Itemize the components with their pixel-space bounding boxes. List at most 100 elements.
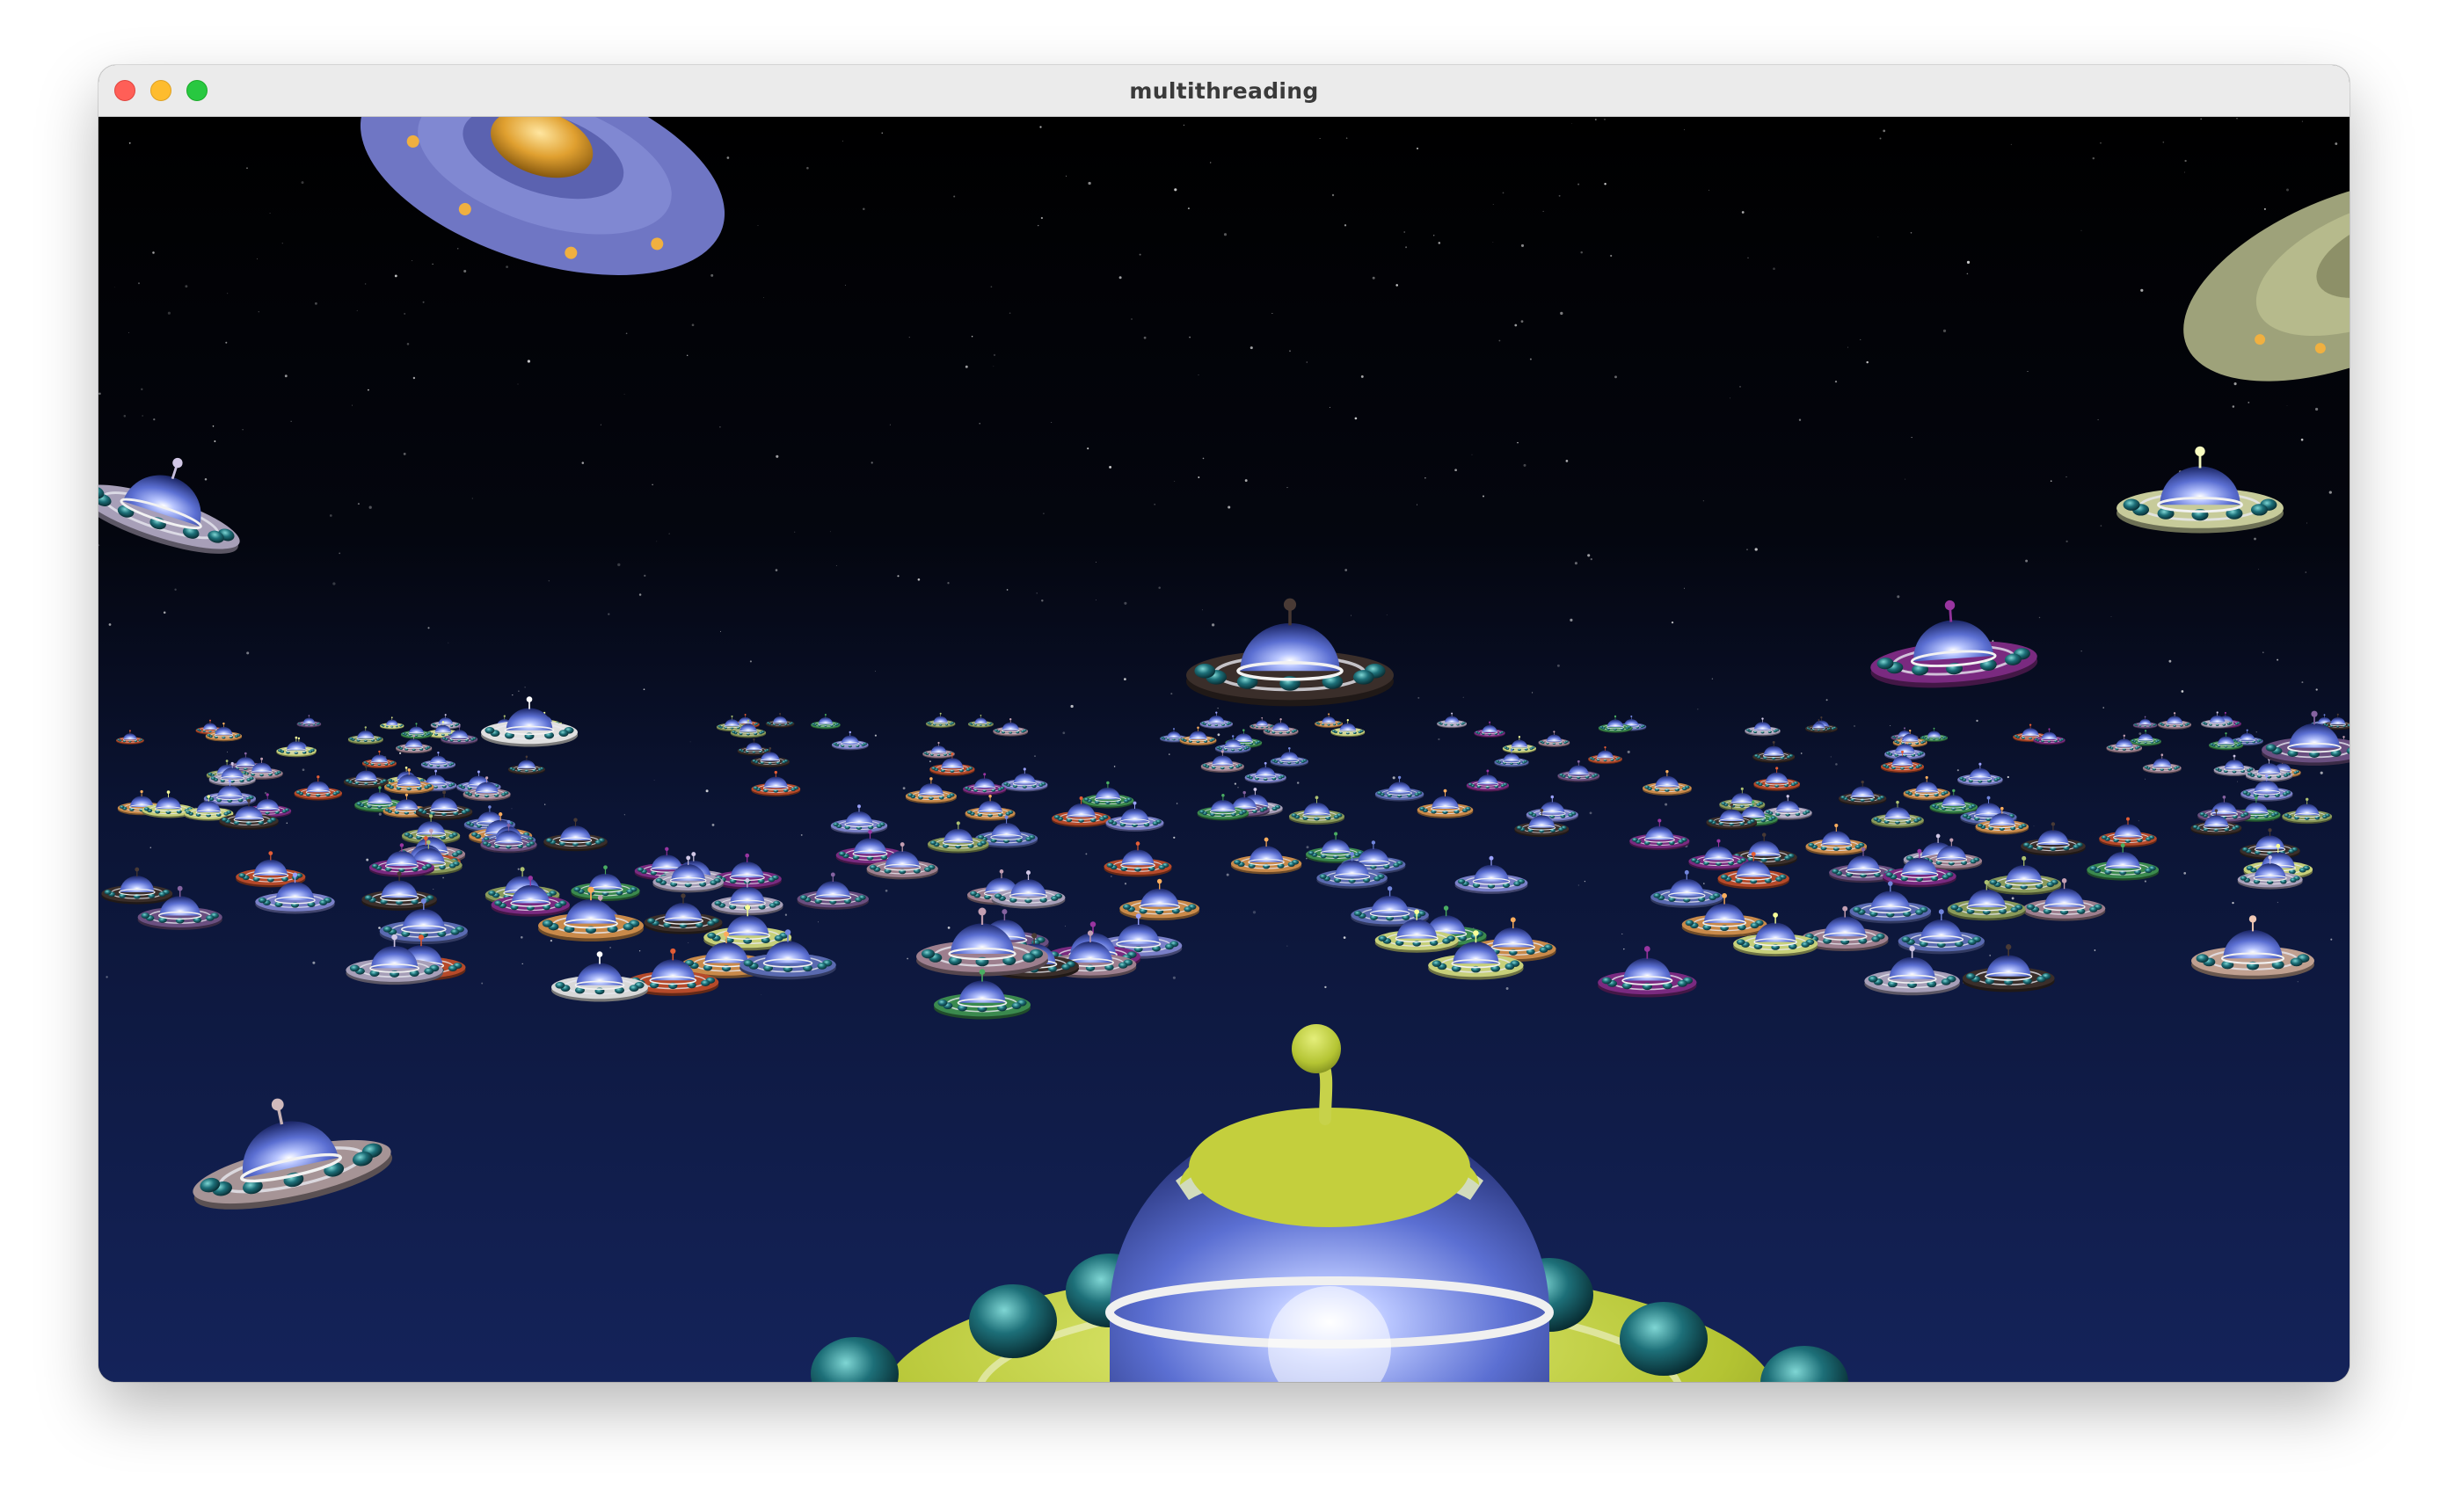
star <box>2320 771 2323 774</box>
star <box>378 927 381 929</box>
star <box>608 613 610 615</box>
star <box>2100 525 2102 527</box>
star <box>1139 253 1141 256</box>
star <box>689 741 691 743</box>
star <box>1614 375 1617 379</box>
close-button[interactable] <box>114 80 135 101</box>
star <box>1424 477 1426 479</box>
star <box>1306 361 1308 363</box>
star <box>433 889 434 890</box>
star <box>874 734 877 737</box>
star <box>1556 664 1560 667</box>
star <box>842 141 843 142</box>
window-title: multithreading <box>1129 77 1319 104</box>
star <box>463 269 467 273</box>
star <box>1483 495 1484 498</box>
star <box>2335 142 2338 145</box>
star <box>2233 382 2237 386</box>
star <box>2094 949 2096 951</box>
star <box>2145 778 2146 780</box>
star <box>1189 336 1191 338</box>
star <box>357 503 360 505</box>
star <box>2102 707 2104 709</box>
star <box>1514 323 1518 327</box>
star <box>1198 476 1200 478</box>
star <box>2277 658 2279 661</box>
star <box>719 425 721 428</box>
star <box>106 976 108 978</box>
star <box>1697 709 1699 710</box>
star <box>1565 460 1569 462</box>
star <box>625 332 628 335</box>
star <box>1942 329 1947 333</box>
star <box>1173 836 1176 839</box>
star <box>2092 156 2095 160</box>
star <box>1244 479 1248 483</box>
star <box>691 323 695 327</box>
star <box>2038 616 2041 619</box>
star <box>1577 183 1580 185</box>
star <box>2010 143 2012 145</box>
star <box>1187 207 1190 210</box>
star <box>2011 897 2014 900</box>
star <box>1271 313 1273 314</box>
star <box>1604 182 1606 185</box>
star <box>1438 242 1441 244</box>
star <box>517 383 519 385</box>
star <box>412 376 416 380</box>
star <box>2330 938 2333 941</box>
star <box>1066 175 1067 177</box>
star <box>1877 236 1879 238</box>
star <box>1897 595 1900 599</box>
star <box>897 575 900 578</box>
star <box>1835 763 1838 766</box>
star <box>167 311 171 315</box>
star <box>1306 846 1309 849</box>
star <box>142 415 143 417</box>
star <box>1502 192 1504 194</box>
star <box>1118 276 1122 280</box>
star <box>1306 858 1308 860</box>
star <box>1070 704 1074 709</box>
star <box>1237 787 1239 789</box>
star <box>1741 211 1745 214</box>
star <box>1351 614 1352 616</box>
render-viewport[interactable] <box>98 117 2350 1382</box>
minimize-button[interactable] <box>150 80 171 101</box>
star <box>1416 147 1419 149</box>
star <box>581 462 585 464</box>
star <box>763 297 764 298</box>
star <box>1587 554 1591 557</box>
star <box>1739 386 1741 388</box>
maximize-button[interactable] <box>186 80 208 101</box>
star <box>2306 522 2307 524</box>
title-bar[interactable]: multithreading <box>98 65 2350 117</box>
star <box>2184 171 2185 173</box>
star <box>1372 276 1375 280</box>
star <box>521 936 523 939</box>
star <box>227 293 229 294</box>
star <box>174 588 177 591</box>
star <box>1289 350 1291 353</box>
star <box>965 365 968 368</box>
star <box>1158 586 1161 589</box>
star <box>1124 883 1127 885</box>
star <box>929 760 931 763</box>
star <box>2232 901 2234 905</box>
star <box>1211 623 1215 627</box>
star <box>800 833 803 836</box>
star <box>1331 193 1335 197</box>
star <box>301 181 304 185</box>
star <box>2301 120 2303 122</box>
star <box>1890 725 1891 726</box>
star <box>1354 417 1358 420</box>
star <box>1492 203 1494 205</box>
star <box>163 611 166 614</box>
star <box>1176 803 1178 804</box>
star <box>1830 756 1832 758</box>
star <box>204 478 208 481</box>
star <box>339 552 341 555</box>
star <box>1520 244 1525 247</box>
star <box>314 302 317 305</box>
star <box>835 564 837 566</box>
